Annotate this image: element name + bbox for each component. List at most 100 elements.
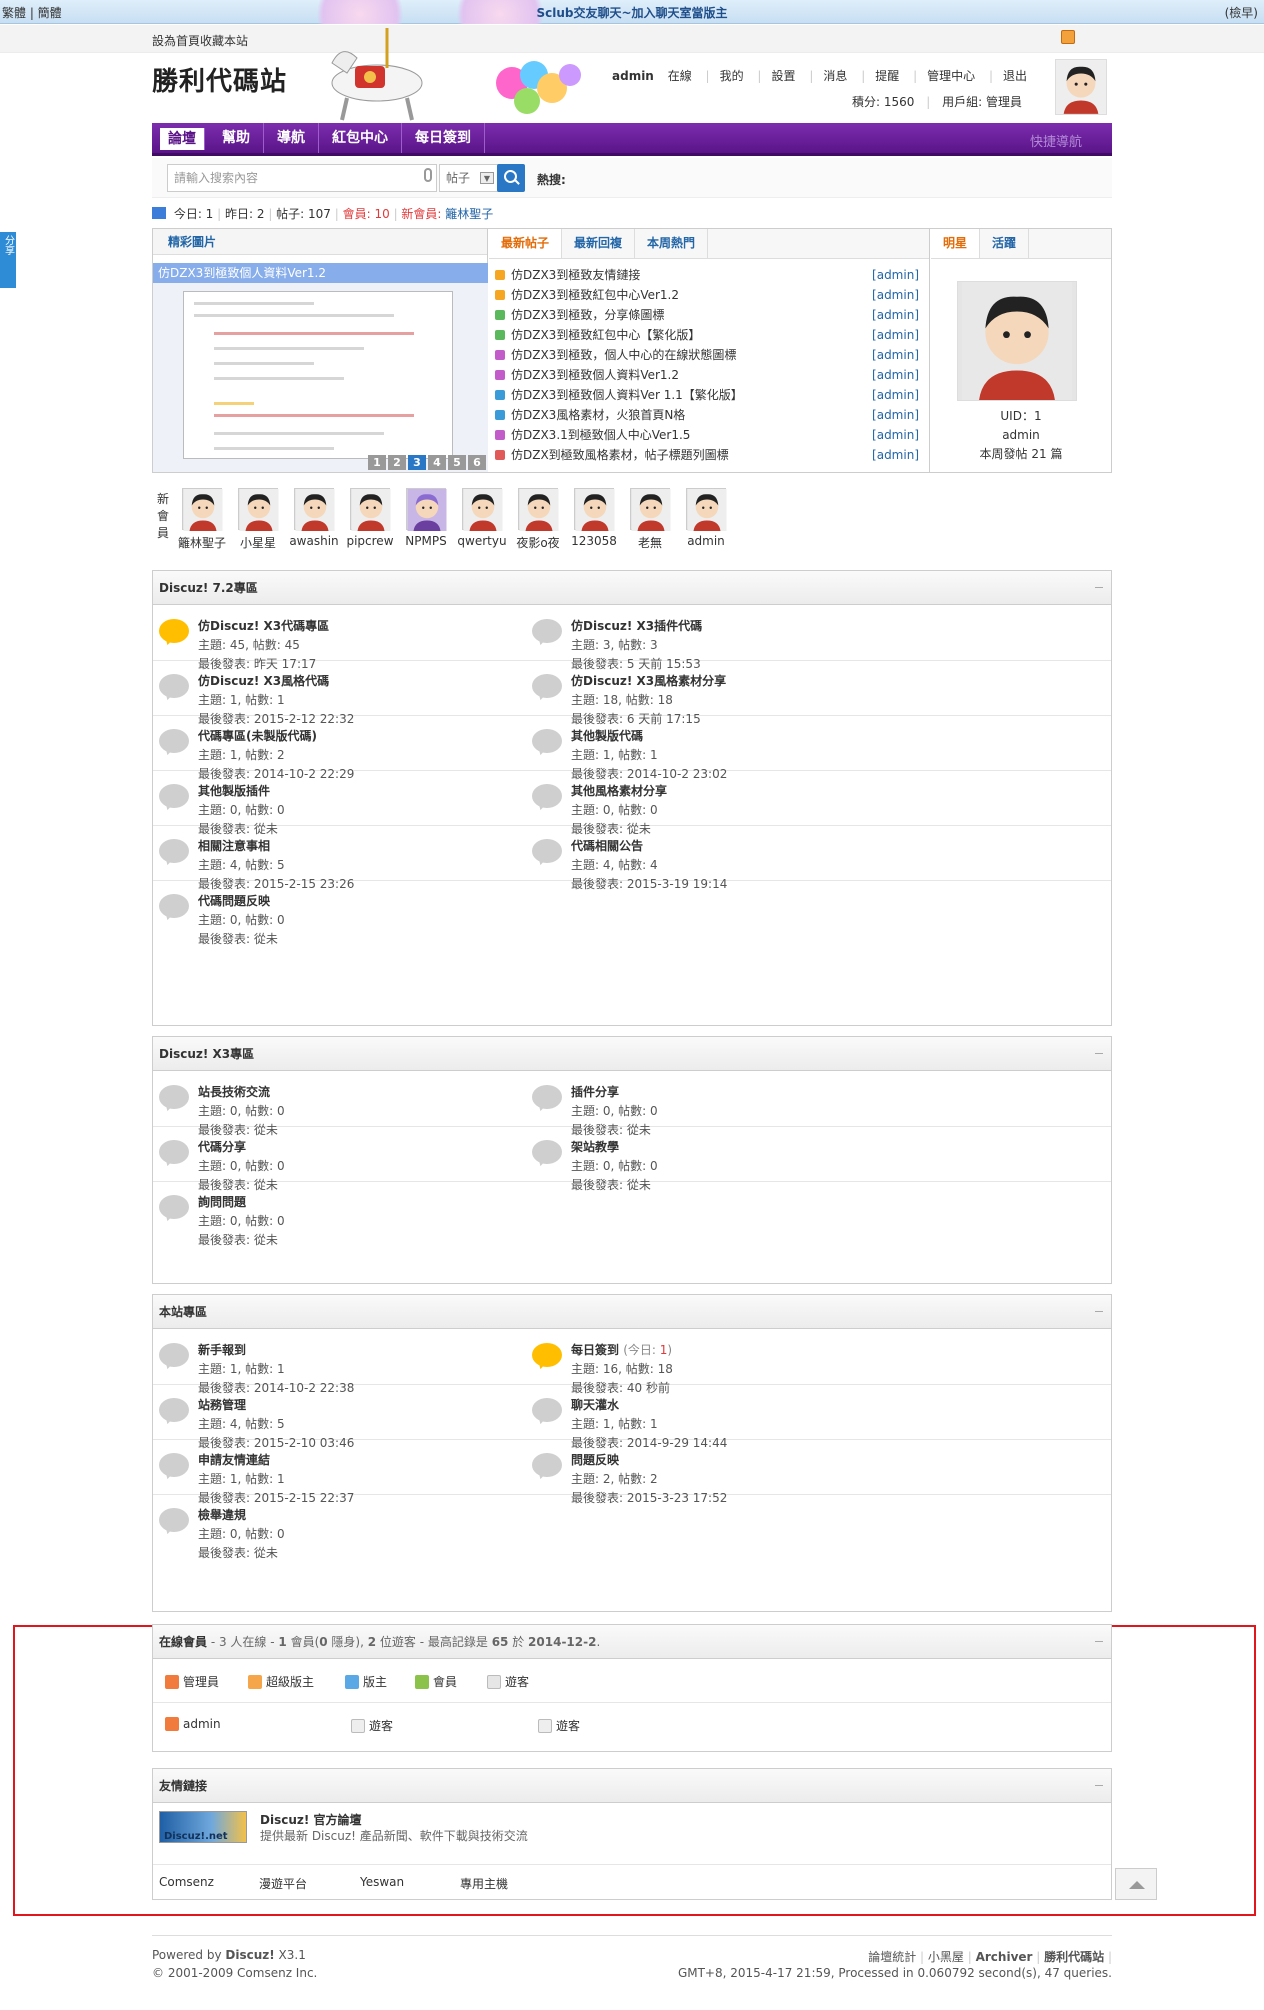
stat-newmember[interactable]: 籬林聖子 xyxy=(445,207,493,221)
online-status[interactable]: 在線 xyxy=(668,69,692,83)
star-name[interactable]: admin xyxy=(931,426,1111,445)
tab-active[interactable]: 活躍 xyxy=(980,229,1030,258)
thread-row[interactable]: 仿DZX3到極致，個人中心的在線狀態圖標 [admin] xyxy=(495,345,923,365)
pager-1[interactable]: 1 xyxy=(368,455,386,470)
forum-last-post[interactable]: 最後發表: 從未 xyxy=(198,930,278,947)
nav-forum[interactable]: 論壇 xyxy=(160,128,205,150)
pager-5[interactable]: 5 xyxy=(448,455,466,470)
pager-4[interactable]: 4 xyxy=(428,455,446,470)
forum-name[interactable]: 代碼專區(未製版代碼) xyxy=(198,727,317,744)
thread-row[interactable]: 仿DZX3到極致紅包中心Ver1.2 [admin] xyxy=(495,285,923,305)
favorite-link[interactable]: 設為首頁收藏本站 xyxy=(152,32,248,49)
avatar[interactable] xyxy=(350,488,391,531)
forum-name[interactable]: 新手報到 xyxy=(198,1341,246,1358)
thread-author[interactable]: [admin] xyxy=(872,325,919,345)
forum-name[interactable]: 其他風格素材分享 xyxy=(571,782,667,799)
online-header[interactable]: 在線會員 - 3 人在線 - 1 會員(0 隱身), 2 位遊客 - 最高記錄是… xyxy=(153,1625,1111,1659)
nav-signin[interactable]: 每日簽到 xyxy=(402,123,485,153)
search-button[interactable] xyxy=(497,164,525,192)
thread-title[interactable]: 仿DZX3到極致紅包中心Ver1.2 xyxy=(511,288,679,302)
new-member-name[interactable]: pipcrew xyxy=(342,534,398,548)
new-member[interactable]: pipcrew xyxy=(342,488,398,548)
thread-row[interactable]: 仿DZX3風格素材，火狼首頁N格 [admin] xyxy=(495,405,923,425)
share-button[interactable]: 分享 xyxy=(0,232,16,288)
category-title[interactable]: Discuz! X3專區 xyxy=(153,1037,1111,1071)
thread-row[interactable]: 仿DZX到極致風格素材，帖子標題列圖標 [admin] xyxy=(495,445,923,465)
forum-name[interactable]: 聊天灌水 xyxy=(571,1396,619,1413)
thread-author[interactable]: [admin] xyxy=(872,265,919,285)
online-user[interactable]: admin xyxy=(165,1717,221,1731)
text-link[interactable]: Yeswan xyxy=(360,1875,404,1889)
new-member-name[interactable]: 小星星 xyxy=(230,534,286,551)
new-member[interactable]: 夜影o夜 xyxy=(510,488,566,551)
avatar[interactable] xyxy=(182,488,223,531)
avatar[interactable] xyxy=(630,488,671,531)
forum-last-post[interactable]: 最後發表: 從未 xyxy=(198,1544,278,1561)
category-title[interactable]: Discuz! 7.2專區 xyxy=(153,571,1111,605)
category-title[interactable]: 本站專區 xyxy=(153,1295,1111,1329)
credits-link[interactable]: 積分: 1560 xyxy=(852,95,914,109)
forum-last-post[interactable]: 最後發表: 從未 xyxy=(198,1231,278,1248)
forum-name[interactable]: 申請友情連結 xyxy=(198,1451,270,1468)
forum-name[interactable]: 插件分享 xyxy=(571,1083,619,1100)
forum-item[interactable]: 檢舉違規 主題: 0, 帖數: 0 最後發表: 從未 xyxy=(153,1494,631,1564)
thread-author[interactable]: [admin] xyxy=(872,445,919,465)
site-logo[interactable]: 勝利代碼站 xyxy=(152,61,287,98)
avatar[interactable] xyxy=(686,488,727,531)
thread-row[interactable]: 仿DZX3到極致紅包中心【繁化版】 [admin] xyxy=(495,325,923,345)
footer-site-link[interactable]: 勝利代碼站 xyxy=(1044,1950,1104,1964)
discuz-link[interactable]: Discuz! xyxy=(225,1948,274,1962)
thread-author[interactable]: [admin] xyxy=(872,305,919,325)
forum-name[interactable]: 每日簽到 (今日: 1) xyxy=(571,1341,672,1358)
forum-name[interactable]: 站務管理 xyxy=(198,1396,246,1413)
link-discuz-name[interactable]: Discuz! 官方論壇 xyxy=(260,1811,362,1828)
new-member[interactable]: qwertyu xyxy=(454,488,510,548)
avatar[interactable] xyxy=(238,488,279,531)
thread-title[interactable]: 仿DZX3到極致紅包中心【繁化版】 xyxy=(511,328,700,342)
forum-name[interactable]: 仿Discuz! X3風格素材分享 xyxy=(571,672,726,689)
thread-title[interactable]: 仿DZX3風格素材，火狼首頁N格 xyxy=(511,408,685,422)
footer-archiver-link[interactable]: Archiver xyxy=(976,1950,1033,1964)
new-member-name[interactable]: 123058 xyxy=(566,534,622,548)
thread-row[interactable]: 仿DZX3.1到極致個人中心Ver1.5 [admin] xyxy=(495,425,923,445)
thread-title[interactable]: 仿DZX3到極致個人資料Ver1.2 xyxy=(511,368,679,382)
slide-caption[interactable]: 仿DZX3到極致個人資料Ver1.2 xyxy=(153,263,488,283)
thread-title[interactable]: 仿DZX3到極致友情鏈接 xyxy=(511,268,640,282)
forum-name[interactable]: 代碼相關公告 xyxy=(571,837,643,854)
new-member[interactable]: 老無 xyxy=(622,488,678,551)
thread-author[interactable]: [admin] xyxy=(872,345,919,365)
tab-weekly-hot[interactable]: 本周熱門 xyxy=(635,229,709,258)
avatar[interactable] xyxy=(406,488,447,531)
forum-name[interactable]: 架站教學 xyxy=(571,1138,619,1155)
thread-title[interactable]: 仿DZX3到極致，分享條圖標 xyxy=(511,308,664,322)
new-member-name[interactable]: admin xyxy=(678,534,734,548)
new-member[interactable]: awashin xyxy=(286,488,342,548)
forum-name[interactable]: 問題反映 xyxy=(571,1451,619,1468)
thread-author[interactable]: [admin] xyxy=(872,365,919,385)
new-member[interactable]: 籬林聖子 xyxy=(174,488,230,551)
thread-row[interactable]: 仿DZX3到極致個人資料Ver 1.1【繁化版】 [admin] xyxy=(495,385,923,405)
avatar[interactable] xyxy=(1055,59,1107,115)
thread-row[interactable]: 仿DZX3到極致，分享條圖標 [admin] xyxy=(495,305,923,325)
new-member-name[interactable]: 老無 xyxy=(622,534,678,551)
avatar[interactable] xyxy=(574,488,615,531)
thread-title[interactable]: 仿DZX3.1到極致個人中心Ver1.5 xyxy=(511,428,690,442)
avatar[interactable] xyxy=(294,488,335,531)
thread-author[interactable]: [admin] xyxy=(872,385,919,405)
microphone-icon[interactable] xyxy=(424,168,432,182)
avatar[interactable] xyxy=(518,488,559,531)
menu-notices[interactable]: 提醒 xyxy=(875,69,899,83)
search-input[interactable]: 請輸入搜索內容 xyxy=(167,164,437,192)
rss-icon[interactable] xyxy=(1061,30,1075,44)
promo-link[interactable]: Sclub交友聊天~加入聊天室當版主 xyxy=(0,4,1264,21)
thread-title[interactable]: 仿DZX3到極致，個人中心的在線狀態圖標 xyxy=(511,348,736,362)
forum-name[interactable]: 站長技術交流 xyxy=(198,1083,270,1100)
footer-blacklist-link[interactable]: 小黑屋 xyxy=(928,1950,964,1964)
menu-messages[interactable]: 消息 xyxy=(823,69,847,83)
forum-name[interactable]: 檢舉違規 xyxy=(198,1506,246,1523)
forum-name[interactable]: 仿Discuz! X3代碼專區 xyxy=(198,617,329,634)
forum-item[interactable]: 代碼問題反映 主題: 0, 帖數: 0 最後發表: 從未 xyxy=(153,880,631,950)
forum-name[interactable]: 代碼問題反映 xyxy=(198,892,270,909)
forum-name[interactable]: 其他製版插件 xyxy=(198,782,270,799)
menu-my[interactable]: 我的 xyxy=(720,69,744,83)
